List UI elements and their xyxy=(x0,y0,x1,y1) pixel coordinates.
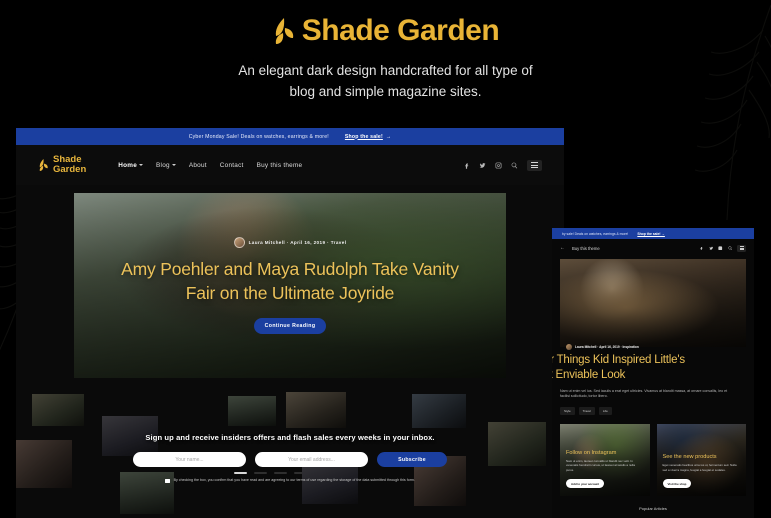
card-title: Follow on Instagram xyxy=(566,450,617,457)
announcement-bar: Cyber Monday Sale! Deals on watches, ear… xyxy=(16,128,564,145)
promo-brand-text: Shade Garden xyxy=(301,14,500,47)
twitter-icon[interactable] xyxy=(708,246,714,251)
card-body: Follow on Instagram Nam ut enim, laoreet… xyxy=(566,450,644,490)
side-nav-actions xyxy=(699,244,746,252)
side-announcement-arrow-icon: → xyxy=(661,231,665,236)
nav-item-blog[interactable]: Blog xyxy=(156,162,176,169)
side-announcement-cta[interactable]: Shop the sale! → xyxy=(637,232,665,236)
side-hero-overlay xyxy=(560,259,746,347)
side-announcement-cta-label: Shop the sale! xyxy=(637,231,661,236)
side-article-tags: Style Travel Life xyxy=(560,406,746,415)
announcement-cta-label: Shop the sale! xyxy=(344,133,383,140)
promo-brand-logo: Shade Garden xyxy=(272,14,500,48)
nav-item-home-label: Home xyxy=(118,161,138,169)
card-button[interactable]: Add to your account xyxy=(566,479,605,489)
side-article-title[interactable]: er Things Kid Inspired Little's st Envia… xyxy=(552,353,746,383)
nav-item-home[interactable]: Home xyxy=(118,161,144,169)
side-navbar: ← Buy this theme xyxy=(552,239,754,257)
announcement-cta-link[interactable]: Shop the sale! → xyxy=(345,134,391,140)
side-hero-image-wrap xyxy=(560,259,746,347)
email-input[interactable] xyxy=(255,452,368,467)
name-input[interactable] xyxy=(133,452,246,467)
instagram-icon[interactable] xyxy=(495,162,502,169)
newsletter-form: Subscribe xyxy=(133,452,447,467)
hero-title-line1: Amy Poehler and Maya Rudolph Take Vanity xyxy=(121,259,459,279)
hero-title[interactable]: Amy Poehler and Maya Rudolph Take Vanity… xyxy=(121,257,459,305)
back-arrow-icon[interactable]: ← xyxy=(560,245,565,251)
site-logo-line2: Garden xyxy=(53,164,87,175)
continue-reading-button[interactable]: Continue Reading xyxy=(253,318,327,334)
side-article-title-line2: st Enviable Look xyxy=(552,369,626,381)
main-site-preview: Cyber Monday Sale! Deals on watches, ear… xyxy=(16,128,564,518)
hero-slider: Laura Mitchell · April 16, 2019 · Travel… xyxy=(74,193,506,378)
chevron-down-icon xyxy=(139,164,144,166)
site-navbar: Shade Garden Home Blog About Contact Buy… xyxy=(16,145,564,185)
tag-chip[interactable]: Style xyxy=(560,406,575,415)
site-logo[interactable]: Shade Garden xyxy=(38,154,87,176)
nav-item-buy-this-theme[interactable]: Buy this theme xyxy=(257,162,303,169)
nav-item-blog-label: Blog xyxy=(156,161,170,169)
tag-chip[interactable]: Travel xyxy=(578,406,595,415)
card-title: See the new products xyxy=(662,454,717,461)
twitter-icon[interactable] xyxy=(479,162,486,169)
announcement-text: Cyber Monday Sale! Deals on watches, ear… xyxy=(188,133,329,140)
card-text: Eget venenatis faucibus urna ius ut, fer… xyxy=(662,463,737,472)
nav-item-contact[interactable]: Contact xyxy=(220,162,244,169)
instagram-promo-card[interactable]: Follow on Instagram Nam ut enim, laoreet… xyxy=(560,423,650,496)
leaf-logo-icon xyxy=(38,157,49,173)
site-nav-links: Home Blog About Contact Buy this theme xyxy=(118,162,302,169)
secondary-site-preview: by sale! Deals on watches, earrings & mo… xyxy=(552,228,754,518)
nav-item-about-label: About xyxy=(188,161,207,169)
search-icon[interactable] xyxy=(727,246,733,251)
side-announcement-bar: by sale! Deals on watches, earrings & mo… xyxy=(552,228,754,239)
promo-tagline: An elegant dark design handcrafted for a… xyxy=(238,60,532,102)
tag-chip[interactable]: Life xyxy=(598,406,612,415)
instagram-icon[interactable] xyxy=(718,246,723,251)
chevron-down-icon xyxy=(171,164,176,166)
promo-tagline-line1: An elegant dark design handcrafted for a… xyxy=(238,63,533,78)
promo-header: Shade Garden An elegant dark design hand… xyxy=(0,0,771,128)
products-promo-card[interactable]: See the new products Eget venenatis fauc… xyxy=(656,423,746,496)
hero-meta-text: Laura Mitchell · April 16, 2019 · Travel xyxy=(248,240,347,245)
leaf-logo-icon xyxy=(272,16,296,46)
hero-title-line2: Fair on the Ultimate Joyride xyxy=(185,283,395,303)
page-stage: Shade Garden An elegant dark design hand… xyxy=(0,0,771,518)
side-footer-heading: Popular Articles xyxy=(639,505,667,511)
newsletter-heading: Sign up and receive insiders offers and … xyxy=(145,433,435,442)
side-article: er Things Kid Inspired Little's st Envia… xyxy=(552,347,754,415)
facebook-icon[interactable] xyxy=(699,246,704,251)
hero-meta: Laura Mitchell · April 16, 2019 · Travel xyxy=(233,237,347,248)
site-nav-actions xyxy=(463,159,542,171)
promo-tagline-line2: blog and simple magazine sites. xyxy=(289,84,482,99)
hero-content: Laura Mitchell · April 16, 2019 · Travel… xyxy=(74,193,506,378)
announcement-arrow-icon: → xyxy=(385,133,392,140)
consent-checkbox[interactable] xyxy=(165,478,170,483)
newsletter-consent: By checking the box, you confirm that yo… xyxy=(165,478,415,483)
card-button[interactable]: Visit the shop xyxy=(662,479,692,489)
nav-item-buy-this-theme-label: Buy this theme xyxy=(256,161,303,169)
facebook-icon[interactable] xyxy=(463,162,470,169)
hamburger-menu-icon[interactable] xyxy=(527,159,542,171)
side-promo-cards: Follow on Instagram Nam ut enim, laoreet… xyxy=(552,423,754,496)
card-body: See the new products Eget venenatis fauc… xyxy=(662,454,741,489)
subscribe-button[interactable]: Subscribe xyxy=(377,452,447,467)
nav-item-about[interactable]: About xyxy=(189,162,207,169)
search-icon[interactable] xyxy=(511,162,518,169)
nav-item-contact-label: Contact xyxy=(219,161,244,169)
side-nav-item-buy-this-theme[interactable]: Buy this theme xyxy=(572,246,600,251)
side-article-excerpt: Nam ut enim vel ius. Sed iaculis a erat … xyxy=(560,389,728,399)
hamburger-menu-icon[interactable] xyxy=(737,244,746,252)
side-announcement-text: by sale! Deals on watches, earrings & mo… xyxy=(562,231,629,236)
consent-text: By checking the box, you confirm that yo… xyxy=(173,478,415,482)
avatar xyxy=(233,237,245,248)
card-text: Nam ut enim, laoreet convallis ut blandi… xyxy=(566,459,635,472)
newsletter-section: Sign up and receive insiders offers and … xyxy=(16,398,564,518)
side-article-title-line1: er Things Kid Inspired Little's xyxy=(552,354,685,366)
